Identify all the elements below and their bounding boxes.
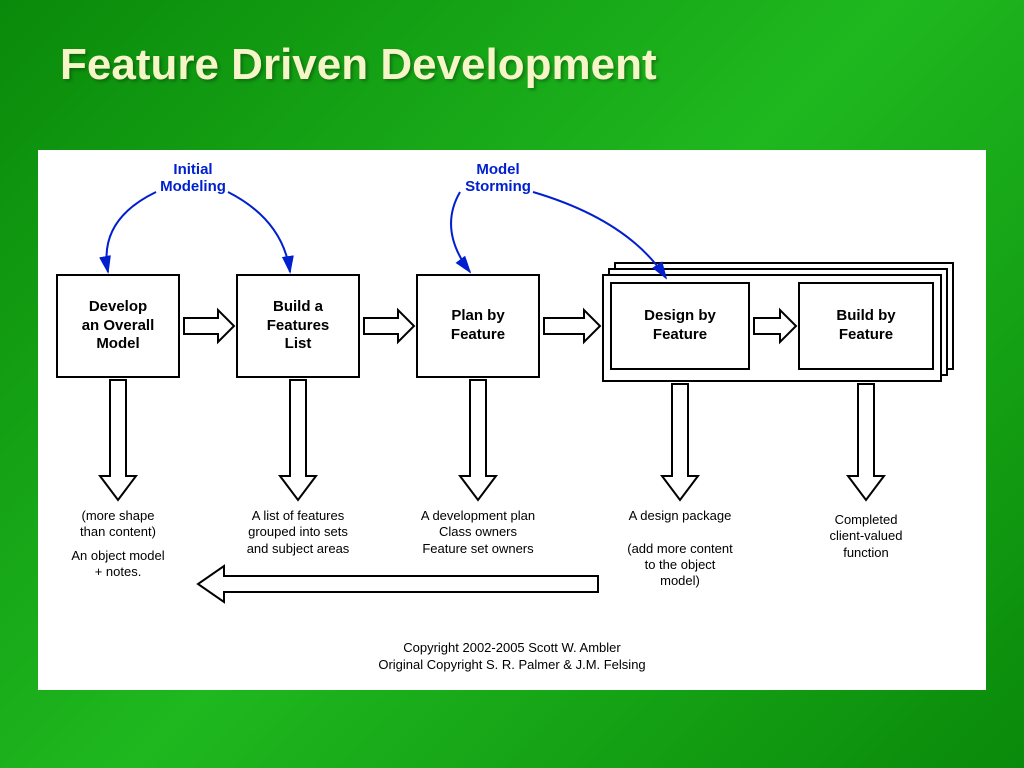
output-plan: A development planClass ownersFeature se… (406, 508, 550, 557)
output-develop-a: (more shapethan content) (46, 508, 190, 541)
box-build-features-list: Build aFeaturesList (236, 274, 360, 378)
output-develop-b: An object model+ notes. (46, 548, 190, 581)
annotation-model-storming: ModelStorming (458, 162, 538, 195)
diagram-canvas: InitialModeling ModelStorming Developan … (38, 150, 986, 690)
copyright-text: Copyright 2002-2005 Scott W. AmblerOrigi… (38, 640, 986, 674)
output-build: Completedclient-valuedfunction (798, 512, 934, 561)
box-develop-overall-model: Developan OverallModel (56, 274, 180, 378)
output-features-list: A list of featuresgrouped into setsand s… (226, 508, 370, 557)
output-design: A design package (add more contentto the… (610, 508, 750, 589)
box-plan-by-feature: Plan byFeature (416, 274, 540, 378)
box-design-by-feature: Design byFeature (610, 282, 750, 370)
annotation-initial-modeling: InitialModeling (153, 162, 233, 195)
arrows-overlay (38, 150, 986, 690)
box-build-by-feature: Build byFeature (798, 282, 934, 370)
slide-title: Feature Driven Development (0, 0, 1024, 90)
